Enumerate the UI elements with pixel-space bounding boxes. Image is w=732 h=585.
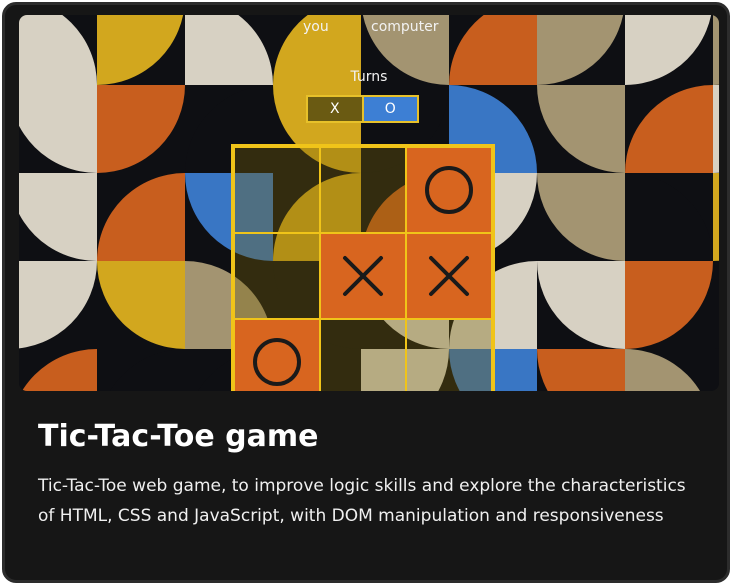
pattern-quarter-circle xyxy=(19,85,97,173)
pattern-quarter-circle xyxy=(97,173,185,261)
pattern-quarter-circle xyxy=(713,349,719,391)
board-cell-1-1[interactable] xyxy=(320,233,406,319)
board-cell-1-2[interactable] xyxy=(406,233,492,319)
pattern-quarter-circle xyxy=(97,85,185,173)
pattern-quarter-circle xyxy=(22,349,97,391)
board-cell-0-2[interactable] xyxy=(406,147,492,233)
pattern-quarter-circle xyxy=(625,85,713,173)
pattern-quarter-circle xyxy=(19,261,97,349)
board-cell-0-0[interactable] xyxy=(234,147,320,233)
scoreboard: you computer xyxy=(19,17,719,39)
game-board xyxy=(231,144,495,391)
pattern-quarter-circle xyxy=(713,173,719,261)
project-description: Tic-Tac-Toe web game, to improve logic s… xyxy=(38,476,686,526)
x-mark-icon xyxy=(343,256,383,296)
project-card[interactable]: you computer Turns X O Tic-Tac-Toe game … xyxy=(2,2,730,583)
player-score-label: you xyxy=(303,19,329,35)
pattern-quarter-circle xyxy=(625,261,713,349)
pattern-quarter-circle xyxy=(713,85,719,173)
board-cell-2-1[interactable] xyxy=(320,319,406,391)
computer-score-label: computer xyxy=(371,19,439,35)
pattern-quarter-circle xyxy=(19,173,97,261)
pattern-quarter-circle xyxy=(713,261,719,349)
turn-o-indicator: O xyxy=(362,95,419,123)
pattern-quarter-circle xyxy=(537,173,625,261)
pattern-quarter-circle xyxy=(537,349,625,391)
pattern-quarter-circle xyxy=(625,349,700,391)
pattern-quarter-circle xyxy=(537,85,625,173)
pattern-quarter-circle xyxy=(97,261,185,349)
board-cell-0-1[interactable] xyxy=(320,147,406,233)
pattern-quarter-circle xyxy=(625,173,713,261)
project-title: Tic-Tac-Toe game xyxy=(38,419,319,454)
turn-x-indicator: X xyxy=(306,95,363,123)
pattern-quarter-circle xyxy=(110,349,185,391)
o-mark-icon xyxy=(253,338,301,386)
turn-indicator: X O xyxy=(306,95,419,123)
board-cell-2-2[interactable] xyxy=(406,319,492,391)
board-cell-2-0[interactable] xyxy=(234,319,320,391)
project-preview-image[interactable]: you computer Turns X O xyxy=(19,15,719,391)
x-mark-icon xyxy=(429,256,469,296)
pattern-quarter-circle xyxy=(537,261,625,349)
turns-title: Turns xyxy=(350,69,388,85)
o-mark-icon xyxy=(425,166,473,214)
board-cell-1-0[interactable] xyxy=(234,233,320,319)
